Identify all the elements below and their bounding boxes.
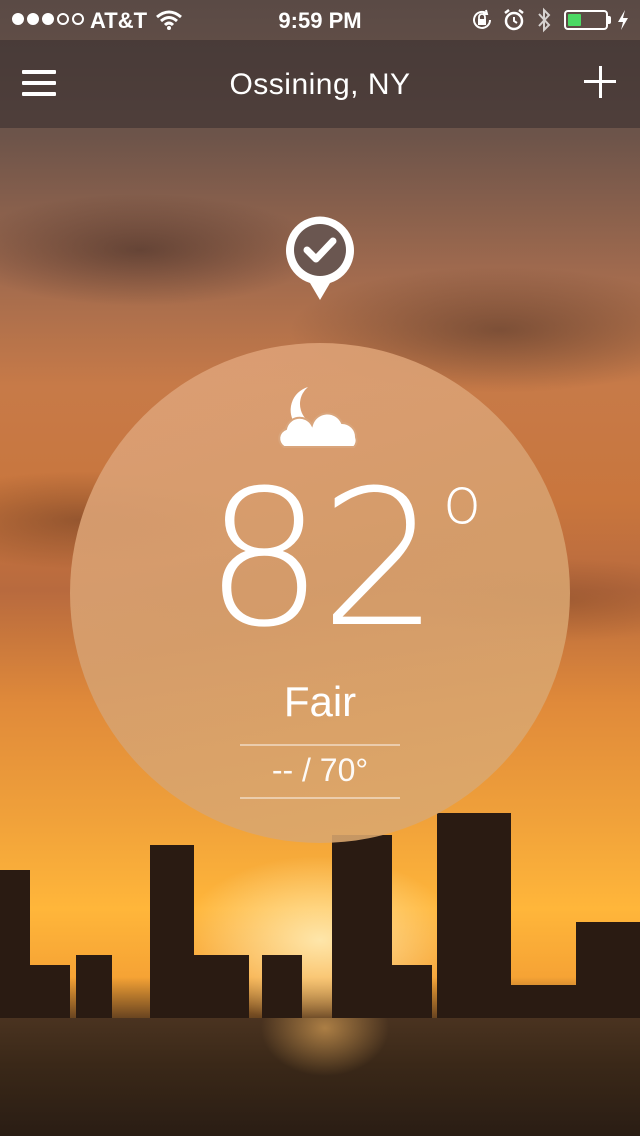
alarm-icon bbox=[503, 8, 525, 38]
degree-symbol: o bbox=[442, 465, 481, 539]
charging-icon bbox=[616, 8, 630, 38]
condition-label: Fair bbox=[283, 678, 357, 725]
battery-tip bbox=[608, 16, 611, 24]
temperature-value: 82 o bbox=[0, 460, 640, 660]
temperature-number: 82 bbox=[204, 450, 439, 669]
battery-level bbox=[568, 14, 581, 26]
hilo-divider-top bbox=[240, 744, 400, 746]
hilo-divider-bottom bbox=[240, 797, 400, 799]
battery-icon bbox=[564, 10, 608, 30]
location-title[interactable]: Ossining, NY bbox=[0, 68, 640, 102]
high-low-temperature: -- / 70° bbox=[271, 752, 369, 788]
location-check-icon[interactable] bbox=[283, 213, 357, 308]
rotation-lock-icon bbox=[470, 8, 494, 38]
sun-reflection bbox=[250, 1018, 400, 1136]
nav-bar: Ossining, NY bbox=[0, 40, 640, 128]
bluetooth-icon bbox=[536, 7, 552, 39]
add-location-icon[interactable] bbox=[584, 66, 616, 98]
moon-cloud-icon bbox=[276, 383, 366, 456]
status-bar: AT&T 9:59 PM bbox=[0, 0, 640, 40]
